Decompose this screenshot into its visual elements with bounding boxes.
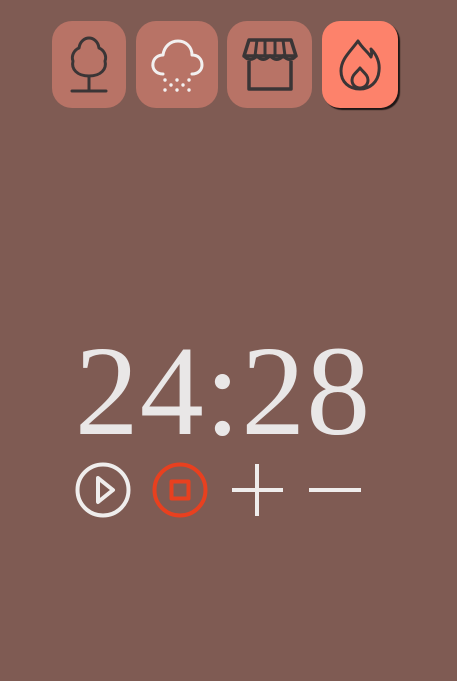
decrease-time-button[interactable] (305, 463, 365, 521)
forest-sound-button[interactable] (52, 21, 126, 108)
sound-selector (52, 21, 400, 111)
rain-sound-button[interactable] (136, 21, 218, 108)
plus-icon (227, 461, 287, 524)
timer-display: 24:28 (74, 320, 372, 462)
minus-icon (305, 461, 365, 524)
timer-controls (72, 461, 372, 524)
play-button[interactable] (73, 461, 133, 524)
storefront-icon (241, 36, 299, 94)
coffee-shop-sound-button[interactable] (227, 21, 312, 108)
cloud-rain-icon (150, 36, 204, 94)
stop-button[interactable] (150, 461, 210, 524)
fireplace-sound-button[interactable] (322, 21, 398, 108)
stop-circle-icon (150, 461, 210, 524)
tree-icon (67, 36, 111, 94)
increase-time-button[interactable] (227, 463, 287, 521)
play-circle-icon (73, 461, 133, 524)
flame-icon (338, 38, 382, 92)
